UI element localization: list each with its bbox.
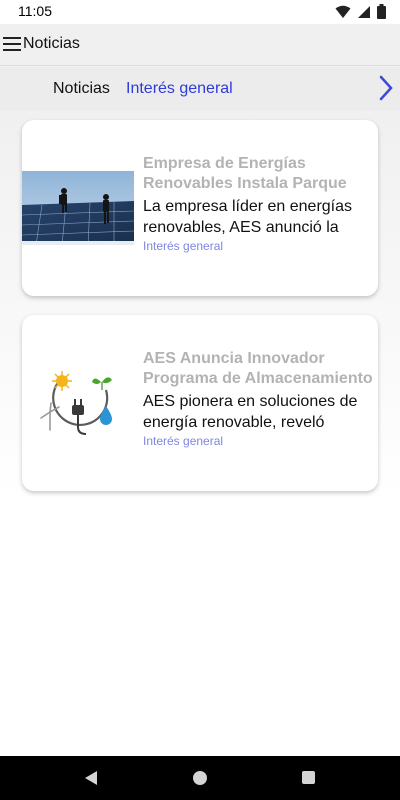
tab-interes-general[interactable]: Interés general (126, 80, 233, 98)
signal-icon (358, 5, 370, 18)
menu-icon[interactable] (3, 37, 21, 51)
card-summary: La empresa líder en energías renovables,… (143, 198, 353, 236)
card-title: Empresa de Energías Renovables Instala P… (143, 155, 347, 192)
card-summary: AES pionera en soluciones de energía ren… (143, 393, 358, 431)
page-title: Noticias (23, 35, 80, 52)
card-category: Interés general (143, 239, 224, 253)
status-icons (335, 4, 386, 19)
news-card[interactable]: AES Anuncia Innovador Programa de Almace… (22, 315, 378, 491)
card-text: AES Anuncia Innovador Programa de Almace… (143, 349, 375, 448)
recents-icon[interactable] (302, 771, 315, 784)
chevron-right-icon[interactable] (378, 75, 394, 101)
news-card[interactable]: Empresa de Energías Renovables Instala P… (22, 120, 378, 296)
status-bar: 11:05 (0, 0, 400, 24)
renewable-energy-illustration (22, 366, 134, 440)
battery-icon (377, 4, 386, 19)
back-icon[interactable] (84, 770, 98, 786)
status-time: 11:05 (18, 3, 52, 19)
wifi-icon (335, 5, 351, 18)
card-text: Empresa de Energías Renovables Instala P… (143, 154, 375, 253)
category-tabs: Noticias Interés general (0, 67, 400, 111)
card-title: AES Anuncia Innovador Programa de Almace… (143, 350, 373, 387)
tab-noticias[interactable]: Noticias (53, 80, 110, 98)
system-nav-bar (0, 756, 400, 800)
card-category: Interés general (143, 434, 224, 448)
app-bar: Noticias (0, 24, 400, 66)
home-icon[interactable] (193, 771, 207, 785)
solar-panels-photo (22, 171, 134, 245)
